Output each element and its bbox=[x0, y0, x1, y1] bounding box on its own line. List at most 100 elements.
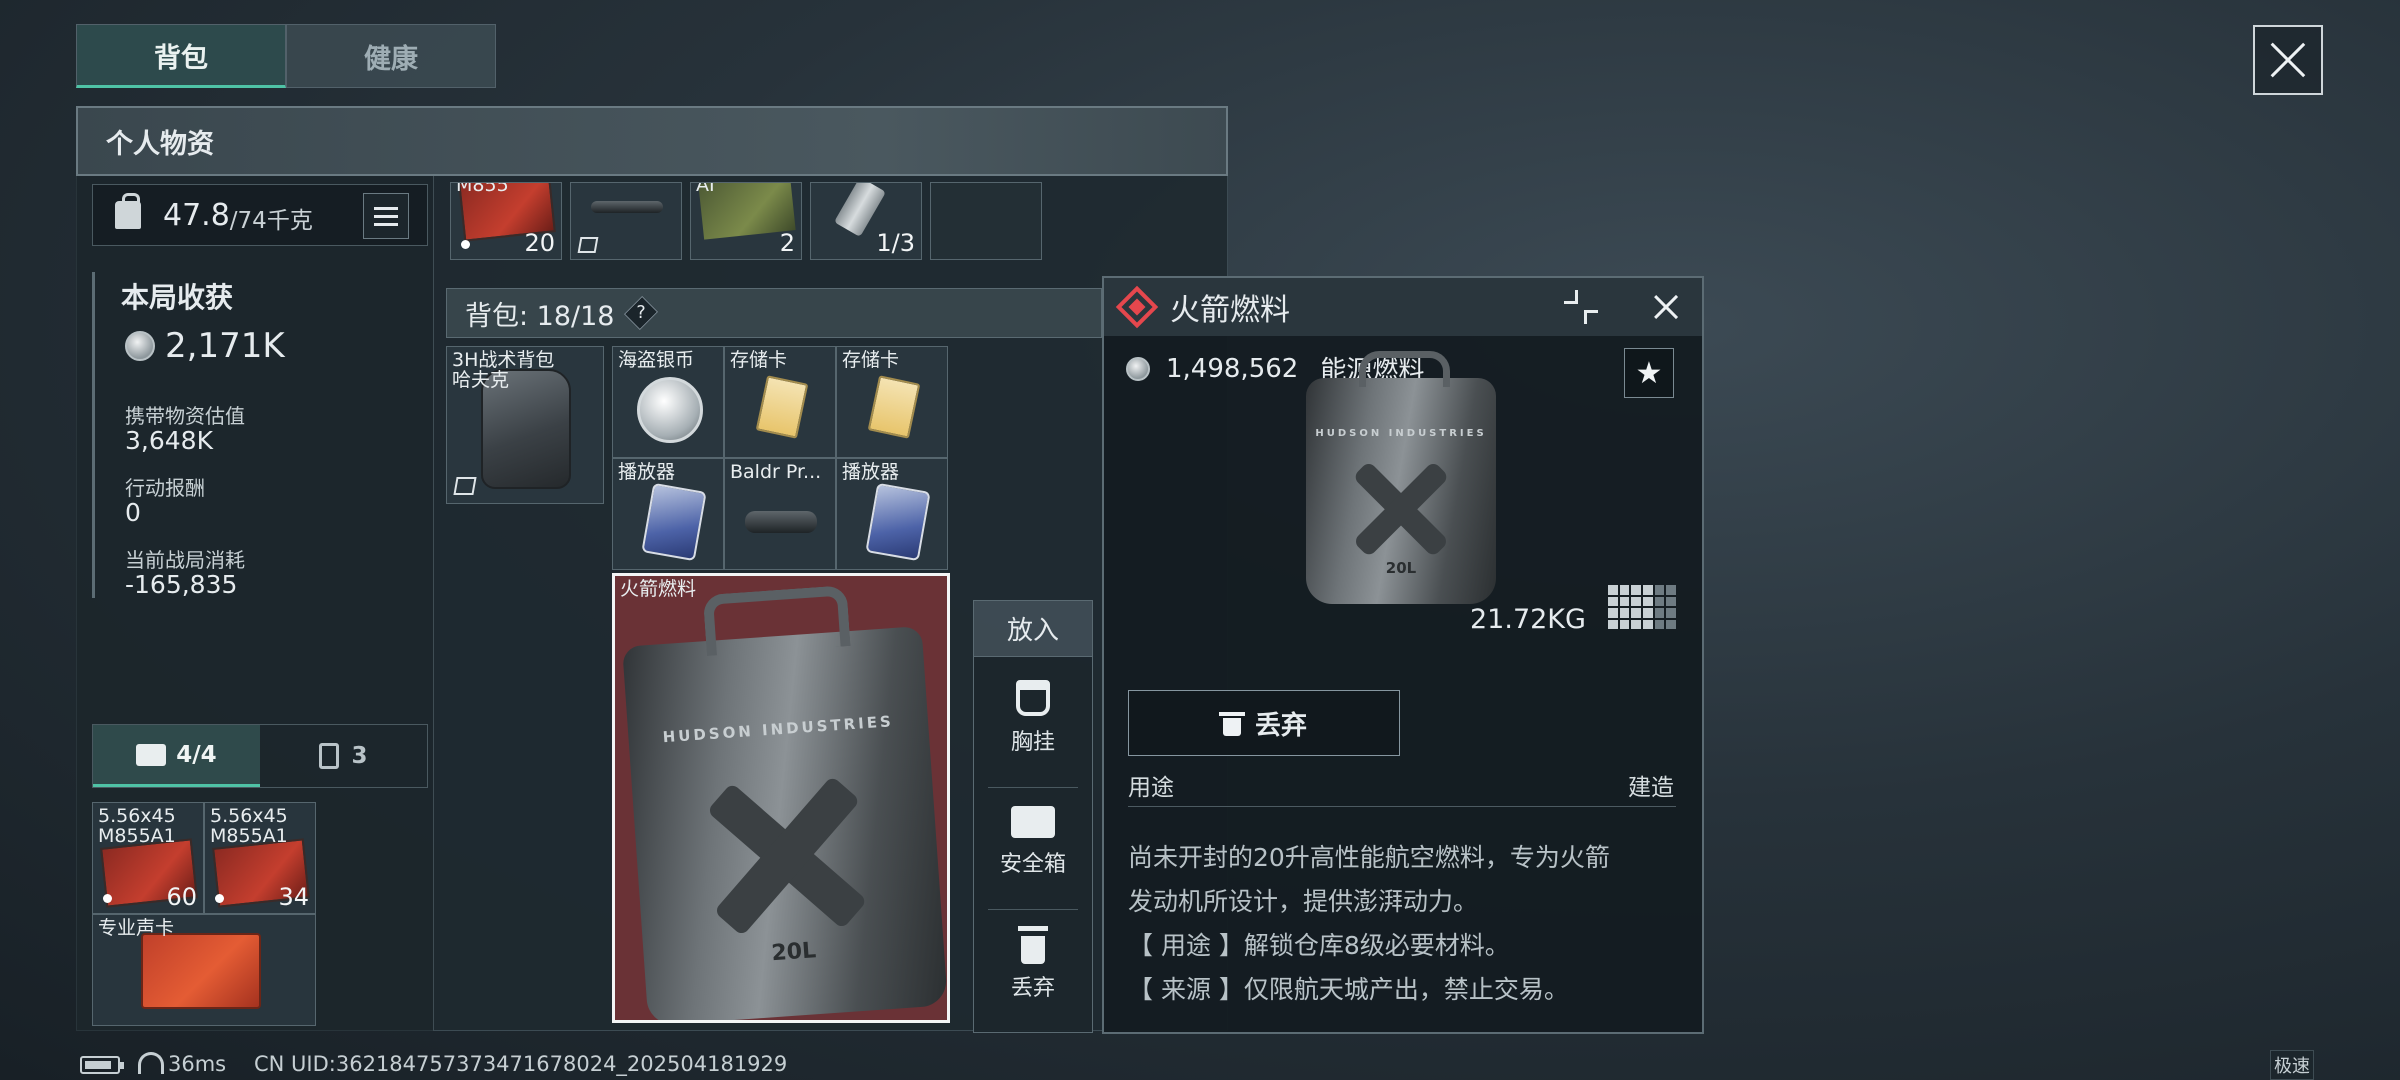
discard-button[interactable]: 丢弃 bbox=[1128, 690, 1400, 756]
list-view-button[interactable] bbox=[363, 193, 409, 239]
help-button[interactable]: ? bbox=[623, 296, 658, 330]
backpack-header: 背包: 18/18 ? bbox=[446, 288, 1102, 338]
item-memory-card-2[interactable]: 存储卡 bbox=[836, 346, 948, 458]
build-link[interactable]: 建造 bbox=[1628, 768, 1674, 802]
uid-text: CN UID:362184757373471678024_20250418192… bbox=[254, 1052, 788, 1076]
stat-value-cost: -165,835 bbox=[125, 570, 238, 599]
safe-box-icon bbox=[1011, 806, 1055, 838]
medkit-icon bbox=[136, 743, 167, 766]
item-label: 存储卡 bbox=[842, 349, 900, 371]
item-detail-header: 火箭燃料 bbox=[1104, 278, 1702, 336]
usage-label: 用途 bbox=[1128, 775, 1174, 801]
divider bbox=[1128, 806, 1676, 807]
collapse-icon[interactable] bbox=[1560, 286, 1602, 328]
stat-value-carry: 3,648K bbox=[125, 426, 213, 455]
item-label: 火箭燃料 bbox=[620, 578, 697, 600]
pocket-item-ammo-1[interactable]: 5.56x45 M855A1 60 bbox=[92, 802, 204, 914]
close-button[interactable] bbox=[2253, 25, 2323, 95]
item-description: 尚未开封的20升高性能航空燃料，专为火箭 发动机所设计，提供澎湃动力。 【 用途… bbox=[1128, 843, 1610, 1004]
move-to-safe-box-button[interactable]: 安全箱 bbox=[974, 787, 1092, 897]
equipped-backpack[interactable]: 3H战术背包 哈夫克 bbox=[446, 346, 604, 504]
rig-item-suppressor[interactable] bbox=[570, 182, 682, 260]
stat-value-reward: 0 bbox=[125, 498, 141, 527]
weight-indicator: 47.8 /74千克 bbox=[92, 184, 428, 246]
detail-close-button[interactable] bbox=[1644, 285, 1688, 329]
case-icon bbox=[319, 743, 340, 769]
item-price: 1,498,562 bbox=[1166, 353, 1299, 384]
item-count: 34 bbox=[278, 883, 309, 911]
item-label: 播放器 bbox=[842, 461, 900, 483]
tab-medkit-slots[interactable]: 4/4 bbox=[93, 725, 260, 787]
rig-empty-slot[interactable] bbox=[930, 182, 1042, 260]
item-baldr-scope[interactable]: Baldr Pr... bbox=[724, 458, 836, 570]
item-detail-title: 火箭燃料 bbox=[1170, 293, 1290, 328]
item-memory-card-1[interactable]: 存储卡 bbox=[724, 346, 836, 458]
item-count: 1/3 bbox=[876, 229, 915, 257]
item-label: 5.56x45 M855A1 bbox=[98, 805, 176, 847]
tab-case-slots[interactable]: 3 bbox=[260, 725, 427, 787]
favorite-button[interactable]: ★ bbox=[1624, 348, 1674, 398]
item-label: 专业声卡 bbox=[98, 917, 175, 939]
item-label: 5.56x45 M855A1 bbox=[210, 805, 288, 847]
backpack-capacity: 背包: 18/18 bbox=[465, 300, 615, 332]
sound-card-image bbox=[141, 933, 261, 1009]
rarity-diamond-icon bbox=[1115, 285, 1159, 329]
weight-icon bbox=[115, 193, 141, 229]
earnings-title: 本局收获 bbox=[121, 281, 234, 314]
weight-current: 47.8 bbox=[163, 197, 230, 233]
media-player-image bbox=[641, 482, 707, 562]
earnings-value: 2,171K bbox=[165, 326, 285, 366]
jerry-can-image: HUDSON INDUSTRIES 20L bbox=[622, 585, 947, 1020]
panel-title: 个人物资 bbox=[76, 106, 1228, 176]
suppressor-image bbox=[591, 201, 663, 213]
item-label: 海盗银币 bbox=[618, 349, 695, 371]
memory-card-image bbox=[867, 375, 921, 439]
earnings-summary: 本局收获 2,171K 携带物资估值 3,648K 行动报酬 0 当前战局消耗 … bbox=[92, 272, 428, 599]
item-label: 播放器 bbox=[618, 461, 676, 483]
stat-label-reward: 行动报酬 bbox=[125, 476, 205, 500]
stat-label-carry: 携带物资估值 bbox=[125, 404, 245, 428]
pocket-item-ammo-2[interactable]: 5.56x45 M855A1 34 bbox=[204, 802, 316, 914]
stat-label-cost: 当前战局消耗 bbox=[125, 548, 245, 572]
tab-backpack[interactable]: 背包 bbox=[76, 24, 286, 88]
weight-max: /74千克 bbox=[229, 208, 313, 234]
rig-item-magazine[interactable]: 1/3 bbox=[810, 182, 922, 260]
item-rocket-fuel-selected[interactable]: 火箭燃料 HUDSON INDUSTRIES 20L bbox=[612, 573, 950, 1023]
tab-health[interactable]: 健康 bbox=[286, 24, 496, 88]
item-count: 60 bbox=[166, 883, 197, 911]
trash-icon bbox=[1018, 926, 1048, 964]
rig-item-ammo-green[interactable]: AI 2 bbox=[690, 182, 802, 260]
item-count: 20 bbox=[524, 229, 555, 257]
no-trade-icon bbox=[453, 477, 477, 495]
item-size-grid-icon bbox=[1608, 585, 1676, 629]
discard-action-button[interactable]: 丢弃 bbox=[974, 909, 1092, 1019]
item-label: Baldr Pr... bbox=[730, 461, 822, 483]
pocket-item-sound-card[interactable]: 专业声卡 bbox=[92, 914, 316, 1026]
item-label: AI bbox=[696, 182, 715, 196]
media-player-image bbox=[865, 482, 931, 562]
case-slot-count: 3 bbox=[351, 743, 368, 769]
silver-coin-image bbox=[637, 377, 703, 443]
item-weight: 21.72KG bbox=[1470, 604, 1586, 635]
item-label: 3H战术背包 哈夫克 bbox=[452, 349, 555, 391]
ping-text: 36ms bbox=[168, 1052, 227, 1076]
item-player-1[interactable]: 播放器 bbox=[612, 458, 724, 570]
memory-card-image bbox=[755, 375, 809, 439]
item-silver-coin[interactable]: 海盗银币 bbox=[612, 346, 724, 458]
coin-icon bbox=[125, 331, 155, 361]
item-player-2[interactable]: 播放器 bbox=[836, 458, 948, 570]
trash-icon bbox=[1218, 710, 1245, 736]
battery-icon bbox=[80, 1056, 124, 1074]
move-to-header: 放入 bbox=[974, 601, 1092, 657]
item-label: 存储卡 bbox=[730, 349, 788, 371]
wifi-icon bbox=[138, 1052, 164, 1074]
chest-rig-icon bbox=[1016, 680, 1050, 716]
no-trade-icon bbox=[577, 237, 599, 253]
speed-mode-badge: 极速 bbox=[2270, 1050, 2314, 1080]
item-detail-image: HUDSON INDUSTRIES 20L bbox=[1306, 350, 1496, 604]
rig-item-ammo[interactable]: M855 20 bbox=[450, 182, 562, 260]
medkit-slot-count: 4/4 bbox=[176, 741, 217, 768]
move-to-chest-rig-button[interactable]: 胸挂 bbox=[974, 663, 1092, 773]
item-count: 2 bbox=[779, 229, 795, 257]
move-to-menu: 放入 胸挂 安全箱 丢弃 bbox=[973, 600, 1093, 1033]
